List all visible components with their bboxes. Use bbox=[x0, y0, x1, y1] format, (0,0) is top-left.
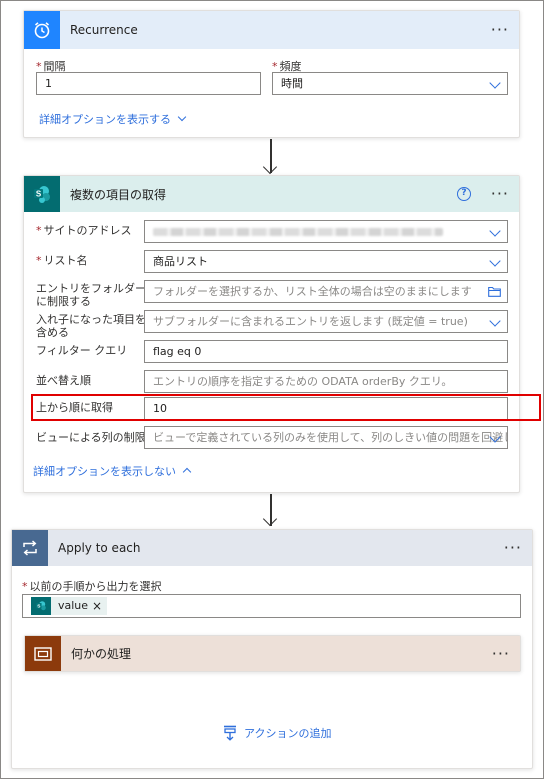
get-items-title: 複数の項目の取得 bbox=[70, 187, 167, 202]
add-action-label: アクションの追加 bbox=[244, 727, 332, 740]
inner-action-more-button[interactable]: ··· bbox=[492, 645, 510, 662]
hide-advanced-link[interactable]: 詳細オプションを表示しない bbox=[33, 463, 192, 479]
redacted-site-url bbox=[153, 228, 443, 236]
chevron-down-icon bbox=[489, 77, 501, 89]
nested-items-select[interactable]: サブフォルダーに含まれるエントリを返します (既定値 = true) bbox=[144, 310, 508, 333]
folder-limit-input[interactable]: フォルダーを選択するか、リスト全体の場合は空のままにします bbox=[144, 280, 508, 303]
chevron-down-icon bbox=[177, 112, 187, 122]
view-limit-label: ビューによる列の制限 bbox=[36, 431, 146, 444]
chevron-down-icon bbox=[489, 315, 501, 327]
inner-action-title: 何かの処理 bbox=[71, 647, 132, 661]
loop-icon-box bbox=[12, 530, 48, 566]
show-advanced-link[interactable]: 詳細オプションを表示する bbox=[39, 111, 187, 127]
chevron-down-icon bbox=[489, 255, 501, 267]
get-items-more-button[interactable]: ··· bbox=[491, 186, 509, 202]
alarm-clock-icon bbox=[34, 22, 50, 39]
list-name-label: * リスト名 bbox=[36, 254, 88, 267]
chevron-down-icon bbox=[489, 225, 501, 237]
get-items-card: S 複数の項目の取得 ? ··· * サイトのアドレス * リスト名 商品リスト エ… bbox=[23, 175, 541, 493]
view-limit-select[interactable]: ビューで定義されている列のみを使用して、列のしきい値の問題を回避し bbox=[144, 426, 508, 449]
interval-input[interactable]: 1 bbox=[36, 72, 261, 95]
apply-each-more-button[interactable]: ··· bbox=[504, 540, 522, 556]
folder-limit-label: エントリをフォルダー に制限する bbox=[36, 282, 146, 308]
help-icon[interactable]: ? bbox=[457, 187, 471, 201]
top-count-highlight bbox=[31, 394, 541, 421]
recurrence-title: Recurrence bbox=[70, 23, 138, 37]
chevron-up-icon bbox=[182, 467, 192, 477]
remove-token-button[interactable]: × bbox=[92, 597, 107, 615]
sharepoint-icon: S bbox=[31, 597, 51, 615]
order-by-input[interactable]: エントリの順序を指定するための ODATA orderBy クエリ。 bbox=[144, 370, 508, 393]
recurrence-card: Recurrence ··· * 間隔 1 * 頻度 時間 詳細オプションを表示する bbox=[23, 10, 520, 138]
apply-each-header[interactable]: Apply to each ··· bbox=[12, 530, 532, 566]
value-token[interactable]: S value × bbox=[31, 597, 108, 615]
scope-icon bbox=[34, 646, 52, 661]
recurrence-icon-box bbox=[24, 11, 60, 49]
folder-icon[interactable] bbox=[488, 286, 501, 297]
site-address-label: * サイトのアドレス bbox=[36, 224, 132, 237]
inner-action-header[interactable]: 何かの処理 ··· bbox=[25, 636, 520, 671]
inner-action-card: 何かの処理 ··· bbox=[24, 635, 521, 672]
add-action-icon bbox=[224, 725, 236, 741]
value-token-label: value bbox=[58, 599, 89, 612]
sharepoint-icon-box: S bbox=[24, 176, 60, 212]
apply-each-title: Apply to each bbox=[58, 541, 141, 555]
frequency-select[interactable]: 時間 bbox=[272, 72, 508, 95]
site-address-select[interactable] bbox=[144, 220, 508, 243]
filter-query-input[interactable]: flag eq 0 bbox=[144, 340, 508, 363]
select-output-input[interactable]: S value × bbox=[22, 594, 521, 618]
add-action-button[interactable]: アクションの追加 bbox=[222, 725, 331, 741]
apply-each-card: Apply to each ··· * 以前の手順から出力を選択 S value … bbox=[11, 529, 533, 769]
select-output-label: * 以前の手順から出力を選択 bbox=[22, 580, 162, 593]
scope-icon-box bbox=[25, 636, 61, 671]
recurrence-header[interactable]: Recurrence ··· bbox=[24, 11, 519, 49]
filter-query-label: フィルター クエリ bbox=[36, 344, 128, 357]
svg-text:S: S bbox=[36, 190, 42, 199]
order-by-label: 並べ替え順 bbox=[36, 374, 91, 387]
sharepoint-icon: S bbox=[34, 186, 50, 203]
recurrence-more-button[interactable]: ··· bbox=[491, 22, 509, 38]
nested-items-label: 入れ子になった項目を 含める bbox=[36, 313, 146, 339]
list-name-select[interactable]: 商品リスト bbox=[144, 250, 508, 273]
get-items-header[interactable]: S 複数の項目の取得 ? ··· bbox=[24, 176, 519, 212]
loop-icon bbox=[23, 540, 37, 556]
